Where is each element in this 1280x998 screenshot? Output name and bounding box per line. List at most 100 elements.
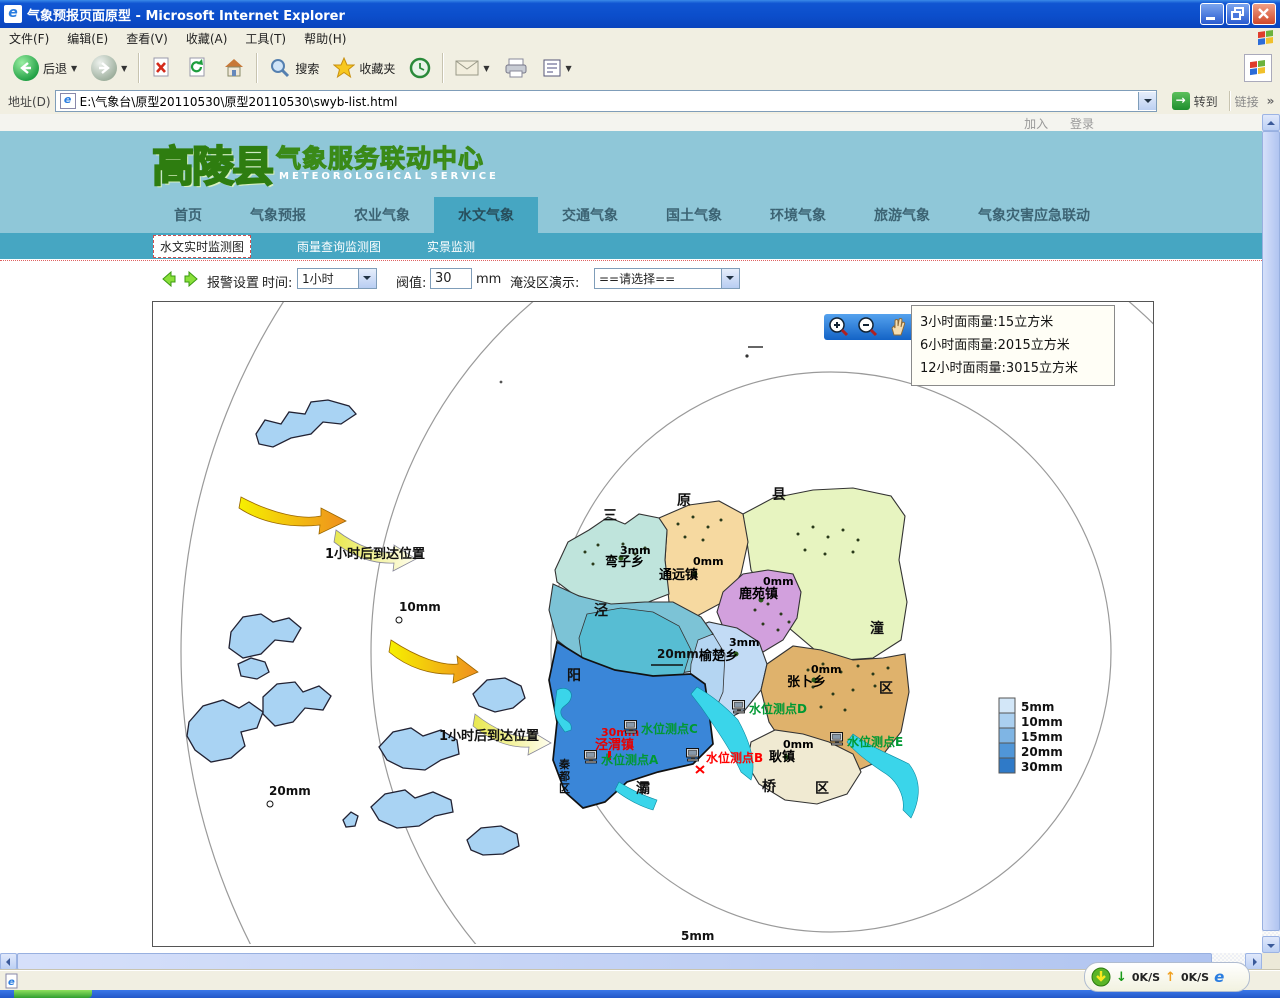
windows-logo-icon — [1258, 30, 1274, 46]
title-bar: e 气象预报页面原型 - Microsoft Internet Explorer — [0, 0, 1280, 28]
map-zoom-in-icon[interactable] — [828, 316, 850, 338]
flood-demo-label: 淹没区演示: — [510, 272, 579, 291]
back-dropdown-icon[interactable]: ▼ — [71, 64, 77, 73]
menu-help[interactable]: 帮助(H) — [295, 28, 355, 48]
edit-button[interactable]: ▼ — [535, 54, 579, 82]
stop-button[interactable] — [144, 53, 180, 83]
nav-item-home[interactable]: 首页 — [150, 197, 226, 233]
subnav-rain-query[interactable]: 雨量查询监测图 — [297, 238, 381, 255]
svg-text:10mm: 10mm — [1021, 715, 1063, 729]
home-button[interactable] — [216, 53, 252, 83]
nav-item-environment[interactable]: 环境气象 — [746, 197, 850, 233]
menu-view[interactable]: 查看(V) — [117, 28, 177, 48]
map-zoom-out-icon[interactable] — [857, 316, 879, 338]
forward-dropdown-icon[interactable]: ▼ — [121, 64, 127, 73]
sub-nav: 水文实时监测图 雨量查询监测图 实景监测 — [0, 233, 1262, 259]
close-button[interactable] — [1252, 3, 1276, 25]
down-arrow-icon: ↓ — [1116, 970, 1127, 985]
time-select-dropdown-icon[interactable] — [358, 269, 376, 288]
svg-text:15mm: 15mm — [1021, 730, 1063, 744]
forward-icon — [91, 55, 117, 81]
address-bar: 地址(D) e E:\气象台\原型20110530\原型20110530\swy… — [0, 88, 1280, 114]
mail-icon — [455, 59, 479, 77]
time-select[interactable]: 1小时 — [297, 268, 377, 289]
download-speed-widget[interactable]: ↓ 0K/S ↑ 0K/S e — [1084, 962, 1250, 992]
threshold-input[interactable]: 30 — [430, 268, 472, 289]
mail-dropdown-icon[interactable]: ▼ — [483, 64, 489, 73]
history-clock-icon — [409, 57, 431, 79]
go-button[interactable]: → 转到 — [1165, 90, 1225, 112]
rain-legend: 5mm 10mm 15mm 20mm 30mm — [999, 698, 1063, 774]
station-A-computer-icon — [585, 751, 597, 764]
svg-text:0mm: 0mm — [693, 555, 724, 568]
links-chevron-icon[interactable]: » — [1267, 94, 1275, 108]
ring-label-10mm: 10mm — [399, 600, 441, 614]
flood-select-dropdown-icon[interactable] — [721, 269, 739, 288]
site-header: 高陵县 气象服务联动中心 METEOROLOGICAL SERVICE — [0, 131, 1262, 197]
nav-item-hydrology[interactable]: 水文气象 — [434, 197, 538, 233]
address-dropdown-icon[interactable] — [1138, 92, 1156, 110]
scroll-down-icon[interactable] — [1262, 936, 1280, 953]
join-link[interactable]: 加入 — [1024, 117, 1048, 131]
vscroll-thumb[interactable] — [1262, 131, 1280, 931]
station-E-computer-icon — [831, 733, 843, 746]
edit-dropdown-icon[interactable]: ▼ — [566, 64, 572, 73]
refresh-button[interactable] — [180, 53, 216, 83]
page-nav-arrows[interactable] — [160, 271, 200, 287]
forward-button[interactable]: ▼ — [84, 51, 134, 85]
hscroll-thumb[interactable] — [17, 953, 1212, 970]
stop-icon — [151, 57, 173, 79]
links-label[interactable]: 链接 — [1235, 93, 1259, 110]
favorites-star-icon — [333, 57, 355, 79]
svg-text:原: 原 — [677, 493, 691, 509]
vertical-scrollbar[interactable] — [1262, 114, 1280, 953]
nav-item-weather-forecast[interactable]: 气象预报 — [226, 197, 330, 233]
forecast-arrow-2-label: 1小时后到达位置 — [439, 728, 539, 744]
restore-button[interactable] — [1226, 3, 1250, 25]
map-pan-hand-icon[interactable] — [886, 316, 908, 338]
alarm-controls: 报警设置 时间: 1小时 阀值: 30 mm 淹没区演示: ==请选择== — [0, 261, 1262, 301]
svg-text:0mm: 0mm — [783, 738, 814, 751]
horizontal-scrollbar[interactable] — [0, 953, 1262, 970]
nav-item-tourism[interactable]: 旅游气象 — [850, 197, 954, 233]
toolbar-separator — [256, 53, 258, 83]
station-D[interactable]: 水位测点D — [733, 701, 808, 717]
back-button[interactable]: 后退 ▼ — [6, 51, 84, 85]
login-link[interactable]: 登录 — [1070, 117, 1094, 131]
subnav-live-view[interactable]: 实景监测 — [427, 238, 475, 255]
nav-item-agriculture[interactable]: 农业气象 — [330, 197, 434, 233]
nav-item-disaster-emergency[interactable]: 气象灾害应急联动 — [954, 197, 1114, 233]
favorites-button[interactable]: 收藏夹 — [326, 53, 402, 83]
back-label: 后退 — [43, 60, 67, 77]
history-button[interactable] — [402, 53, 438, 83]
threshold-value: 30 — [435, 271, 452, 286]
svg-text:e: e — [8, 977, 15, 988]
subnav-realtime-monitor[interactable]: 水文实时监测图 — [153, 235, 251, 258]
download-speed: 0K/S — [1132, 971, 1160, 984]
menu-edit[interactable]: 编辑(E) — [58, 28, 117, 48]
svg-text:区: 区 — [815, 781, 829, 797]
nav-item-land[interactable]: 国土气象 — [642, 197, 746, 233]
nav-item-traffic[interactable]: 交通气象 — [538, 197, 642, 233]
start-button-edge[interactable] — [14, 990, 92, 998]
menu-tools[interactable]: 工具(T) — [236, 28, 295, 48]
flood-demo-select[interactable]: ==请选择== — [594, 268, 740, 289]
mail-button[interactable]: ▼ — [448, 55, 496, 81]
map-canvas[interactable]: 1小时后到达位置 1小时后到达位置 — [152, 301, 1154, 947]
up-arrow-icon: ↑ — [1165, 970, 1176, 985]
upload-speed: 0K/S — [1181, 971, 1209, 984]
menu-favorites[interactable]: 收藏(A) — [177, 28, 237, 48]
taskbar-edge — [0, 990, 1280, 998]
menu-file[interactable]: 文件(F) — [0, 28, 58, 48]
minimize-button[interactable] — [1200, 3, 1224, 25]
scroll-left-icon[interactable] — [0, 953, 17, 970]
scroll-up-icon[interactable] — [1262, 114, 1280, 131]
search-button[interactable]: 搜索 — [262, 53, 326, 83]
address-input[interactable]: e E:\气象台\原型20110530\原型20110530\swyb-list… — [55, 90, 1157, 112]
svg-text:5mm: 5mm — [1021, 700, 1054, 714]
rain-info-6h: 6小时面雨量:2015立方米 — [920, 334, 1106, 357]
ring-label-20mm: 20mm — [269, 784, 311, 798]
logo-subtitle: METEOROLOGICAL SERVICE — [279, 171, 499, 182]
svg-text:泾渭镇: 泾渭镇 — [595, 737, 634, 753]
print-button[interactable] — [497, 54, 535, 82]
